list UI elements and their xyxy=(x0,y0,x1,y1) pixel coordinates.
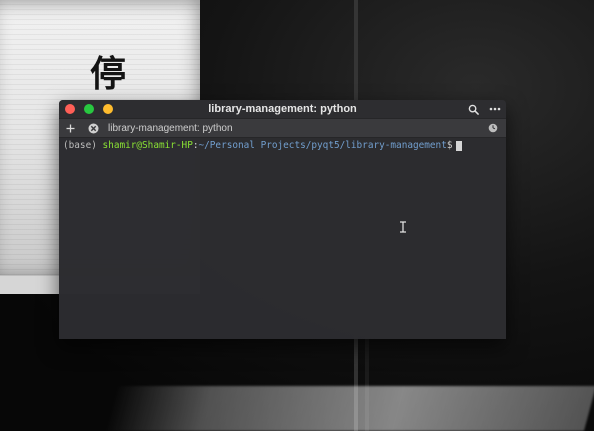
tab-library-management[interactable]: library-management: python xyxy=(83,119,482,137)
sunlight-streak xyxy=(103,386,594,431)
prompt-user-host: shamir@Shamir-HP xyxy=(102,140,193,151)
search-icon[interactable] xyxy=(466,102,480,116)
terminal-content[interactable]: (base) shamir@Shamir-HP:~/Personal Proje… xyxy=(59,138,506,339)
prompt-path: ~/Personal Projects/pyqt5/library-manage… xyxy=(198,140,447,151)
plus-icon xyxy=(66,124,74,132)
terminal-window[interactable]: library-management: python library-manag… xyxy=(59,100,506,339)
title-actions xyxy=(466,102,502,116)
window-title: library-management: python xyxy=(208,103,357,115)
new-tab-button[interactable] xyxy=(59,119,81,137)
prompt-line: (base) shamir@Shamir-HP:~/Personal Proje… xyxy=(63,140,502,151)
ibeam-cursor-icon xyxy=(398,218,408,233)
tab-close-icon[interactable] xyxy=(86,121,100,135)
conda-env: (base) xyxy=(63,140,97,151)
text-cursor xyxy=(455,140,462,151)
tab-bar: library-management: python xyxy=(59,118,506,138)
history-clock-icon[interactable] xyxy=(486,121,500,135)
title-bar[interactable]: library-management: python xyxy=(59,100,506,118)
prompt-symbol: $ xyxy=(446,140,453,151)
lantern-calligraphy: 停 xyxy=(90,53,127,95)
tab-label: library-management: python xyxy=(108,122,233,134)
more-options-icon[interactable] xyxy=(488,102,502,116)
